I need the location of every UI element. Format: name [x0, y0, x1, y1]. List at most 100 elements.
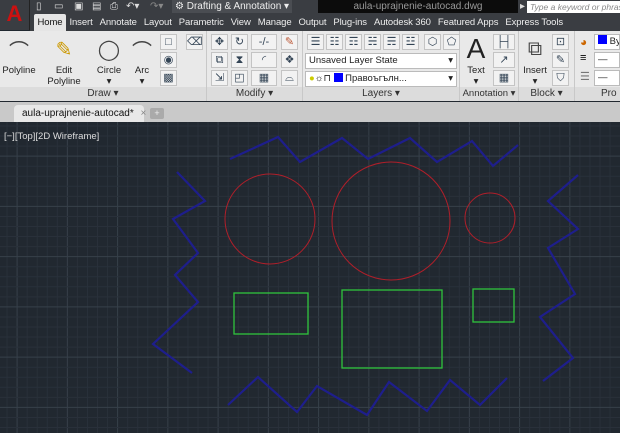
tab-manage[interactable]: Manage — [254, 14, 295, 31]
properties-panel-label[interactable]: Pro — [575, 87, 620, 101]
insert-block-icon: ⧉ — [527, 37, 543, 60]
layer-isolate-icon[interactable]: ☶ — [345, 34, 362, 50]
new-icon[interactable]: ▯ — [36, 0, 42, 13]
search-input[interactable]: Type a keyword or phrase — [527, 1, 620, 13]
block-panel-label[interactable]: Block ▾ — [519, 87, 574, 101]
tab-layout[interactable]: Layout — [140, 14, 175, 31]
drawing-canvas[interactable] — [0, 122, 620, 433]
tab-express-tools[interactable]: Express Tools — [502, 14, 567, 31]
ellipse-icon[interactable]: ◉ — [160, 52, 177, 68]
hatch-icon[interactable]: ▩ — [160, 70, 177, 86]
draw-panel-label[interactable]: Draw ▾ — [0, 87, 206, 101]
mirror-icon[interactable]: ⧗ — [231, 52, 248, 68]
layer-state-value: Unsaved Layer State — [309, 55, 398, 66]
layer-color-swatch — [333, 73, 343, 82]
rectangle-icon[interactable]: □ — [160, 34, 177, 50]
offset-icon[interactable]: ⌓ — [281, 70, 298, 86]
new-tab-button[interactable]: + — [150, 108, 164, 119]
circle-middle[interactable] — [331, 161, 451, 281]
workspace-dropdown[interactable]: ⚙ Drafting & Annotation ▾ — [172, 0, 292, 13]
layer-previous-icon[interactable]: ⬠ — [443, 34, 460, 50]
save-as-icon[interactable]: ▤ — [92, 0, 101, 13]
stretch-icon[interactable]: ⇲ — [211, 70, 228, 86]
layer-properties-icon[interactable]: ☰ — [307, 34, 324, 50]
trim-icon[interactable]: -/- — [251, 34, 277, 50]
color-dropdown[interactable]: By — [594, 34, 620, 50]
color-wheel-icon: ◕ — [580, 35, 588, 49]
tab-featured-apps[interactable]: Featured Apps — [434, 14, 502, 31]
insert-button[interactable]: ⧉ Insert ▾ — [522, 33, 548, 88]
match-properties-icon[interactable]: ✎ — [281, 34, 298, 50]
erase-icon[interactable]: ⌫ — [186, 34, 203, 50]
polyline-button[interactable]: ⌒ Polyline — [2, 33, 36, 77]
move-icon[interactable]: ✥ — [211, 34, 228, 50]
document-tab[interactable]: aula-uprajnenie-autocad* × — [14, 105, 147, 122]
annotation-panel: A Text ▾ ├┤ ↗ ▦ Annotation ▾ — [460, 31, 519, 101]
copy-icon[interactable]: ⧉ — [211, 52, 228, 68]
rectangle-middle[interactable] — [341, 289, 443, 369]
drawing-objects — [151, 135, 580, 417]
polyline-label: Polyline — [2, 65, 36, 76]
arc-button[interactable]: ⌒ Arc ▾ — [128, 33, 156, 88]
dimension-icon[interactable]: ├┤ — [493, 34, 515, 50]
layers-panel-label[interactable]: Layers ▾ — [303, 87, 459, 101]
edit-block-icon[interactable]: ✎ — [552, 52, 569, 68]
edit-polyline-label: Edit Polyline — [47, 65, 81, 87]
annotation-panel-label[interactable]: Annotation ▾ — [460, 87, 518, 101]
layer-walk-icon[interactable]: ⬡ — [424, 34, 441, 50]
text-button[interactable]: A Text ▾ — [463, 33, 489, 87]
close-tab-icon[interactable]: × — [141, 108, 147, 119]
lineweight-dropdown[interactable]: — — [594, 52, 620, 68]
tab-plug-ins[interactable]: Plug-ins — [330, 14, 371, 31]
draw-panel: ⌒ Polyline ✎ Edit Polyline ◯ Circle ▾ ⌒ Arc ▾ … — [0, 31, 207, 101]
edit-polyline-button[interactable]: ✎ Edit Polyline — [38, 33, 90, 88]
layer-state-dropdown[interactable]: Unsaved Layer State ▾ — [305, 53, 457, 69]
layer-lock-icon[interactable]: ☳ — [402, 34, 419, 50]
redo-icon[interactable]: ↷▾ — [150, 0, 163, 13]
autocad-logo: A — [6, 1, 23, 26]
application-menu-button[interactable]: A — [0, 0, 30, 30]
zigzag-top[interactable] — [229, 135, 519, 168]
rotate-icon[interactable]: ↻ — [231, 34, 248, 50]
open-icon[interactable]: ▭ — [54, 0, 63, 13]
circle-label: Circle — [96, 65, 122, 76]
layer-freeze-icon[interactable]: ☴ — [383, 34, 400, 50]
zigzag-bottom[interactable] — [227, 375, 508, 417]
lineweight-icon: ≡ — [580, 52, 587, 64]
undo-icon[interactable]: ↶▾ — [126, 0, 139, 13]
circle-button[interactable]: ◯ Circle ▾ — [94, 33, 124, 88]
tab-parametric[interactable]: Parametric — [175, 14, 227, 31]
layer-dropdown[interactable]: ●☼⊓ Правоъгълн... ▾ — [305, 71, 457, 87]
leader-icon[interactable]: ↗ — [493, 52, 515, 68]
tab-annotate[interactable]: Annotate — [96, 14, 140, 31]
text-label: Text — [467, 65, 485, 76]
current-layer-name: Правоъгълн... — [345, 73, 407, 84]
fillet-icon[interactable]: ◜ — [251, 52, 277, 68]
attribute-icon[interactable]: ⛉ — [552, 70, 569, 86]
layer-match-icon[interactable]: ☷ — [326, 34, 343, 50]
save-icon[interactable]: ▣ — [74, 0, 83, 13]
tab-home[interactable]: Home — [34, 14, 66, 31]
table-icon[interactable]: ▦ — [493, 70, 515, 86]
tab-output[interactable]: Output — [295, 14, 330, 31]
modify-panel-label[interactable]: Modify ▾ — [207, 87, 302, 101]
tab-view[interactable]: View — [227, 14, 254, 31]
print-icon[interactable]: ⎙ — [110, 0, 118, 13]
tab-insert[interactable]: Insert — [66, 14, 96, 31]
circle-right[interactable] — [464, 192, 516, 244]
viewport-controls[interactable]: [−][Top][2D Wireframe] — [4, 131, 99, 142]
document-title: aula-uprajnenie-autocad.dwg — [318, 0, 518, 13]
linetype-dropdown[interactable]: — — [594, 70, 620, 86]
polyline-icon: ⌒ — [9, 40, 29, 63]
zigzag-left[interactable] — [151, 171, 207, 374]
arc-label: Arc — [134, 65, 150, 76]
expand-icon[interactable]: ▸ — [520, 0, 525, 13]
tab-autodesk-360[interactable]: Autodesk 360 — [370, 14, 434, 31]
array-icon[interactable]: ▦ — [251, 70, 277, 86]
document-tab-name: aula-uprajnenie-autocad* — [22, 108, 134, 119]
explode-icon[interactable]: ❖ — [281, 52, 298, 68]
scale-icon[interactable]: ◰ — [231, 70, 248, 86]
layer-off-icon[interactable]: ☵ — [364, 34, 381, 50]
create-block-icon[interactable]: ⊡ — [552, 34, 569, 50]
rectangle-left[interactable] — [233, 292, 309, 335]
